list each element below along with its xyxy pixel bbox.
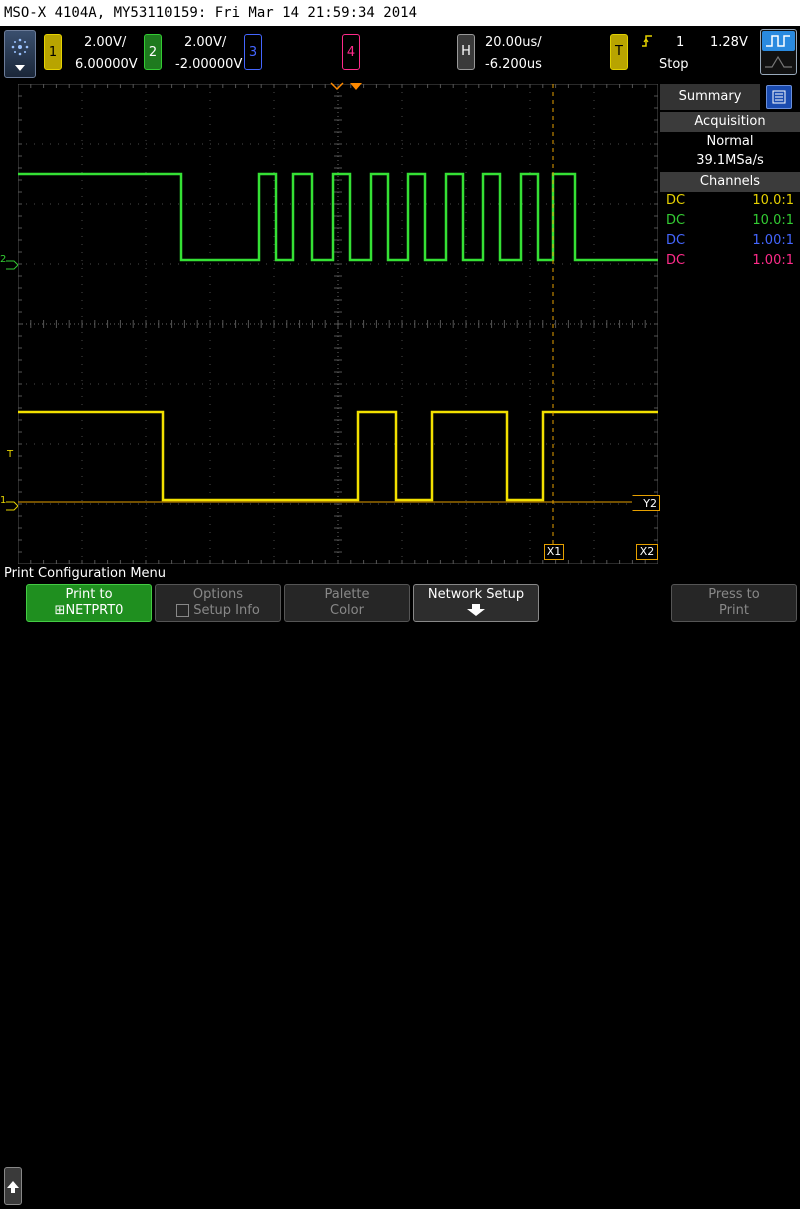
ch2-offset: -2.00000V: [175, 57, 243, 72]
agilent-logo-icon: [11, 38, 29, 71]
run-mode-button[interactable]: [760, 29, 797, 75]
run-state: Stop: [659, 57, 689, 72]
graticule: [17, 83, 659, 565]
menu-logo-button[interactable]: [4, 30, 36, 78]
rising-edge-icon: [642, 35, 652, 47]
window-title: MSO-X 4104A, MY53110159: Fri Mar 14 21:5…: [0, 0, 800, 26]
cursor-y2-label[interactable]: Y2: [632, 495, 660, 511]
chevron-down-icon: [15, 65, 25, 71]
press-to-print-button[interactable]: Press to Print: [671, 584, 797, 622]
trigger-position-marker-icon: [330, 82, 362, 91]
horizontal-button[interactable]: H: [457, 34, 475, 70]
softkey-row: Print to ⊞NETPRT0 Options Setup Info Pal…: [0, 583, 800, 1205]
ch1-offset: 6.00000V: [75, 57, 138, 72]
channel-2-button[interactable]: 2: [144, 34, 162, 70]
menu-title: Print Configuration Menu: [0, 565, 800, 583]
setup-info-checkbox[interactable]: [176, 604, 190, 617]
sample-rate: 39.1MSa/s: [696, 153, 764, 168]
trigger-source: 1: [676, 35, 685, 50]
waveform-display[interactable]: [17, 83, 659, 565]
delay: -6.200us: [485, 57, 542, 72]
channel-4-button[interactable]: 4: [342, 34, 360, 70]
arrow-down-icon: [467, 604, 485, 616]
cursor-x1-label[interactable]: X1: [544, 544, 564, 560]
ground-icon: [6, 501, 18, 511]
tab-summary[interactable]: Summary: [660, 84, 760, 110]
single-waveform-icon: [765, 55, 792, 68]
palette-button[interactable]: Palette Color: [284, 584, 410, 622]
options-button[interactable]: Options Setup Info: [155, 584, 281, 622]
ch1-scale: 2.00V/: [84, 35, 127, 50]
list-icon: [772, 90, 786, 104]
channel-1-button[interactable]: 1: [44, 34, 62, 70]
arrow-up-icon: [7, 1181, 19, 1193]
channels-header: Channels: [660, 172, 800, 192]
acquisition-header: Acquisition: [660, 112, 800, 132]
ch2-scale: 2.00V/: [184, 35, 227, 50]
network-setup-button[interactable]: Network Setup: [413, 584, 539, 622]
auto-waveform-icon: [766, 35, 790, 47]
trigger-level: 1.28V: [710, 35, 748, 50]
sidebar-menu-button[interactable]: [766, 85, 792, 109]
print-to-button[interactable]: Print to ⊞NETPRT0: [26, 584, 152, 622]
acquisition-mode: Normal: [706, 134, 754, 149]
timebase: 20.00us/: [485, 35, 542, 50]
channel-3-button[interactable]: 3: [244, 34, 262, 70]
summary-sidebar: Summary Acquisition Normal 39.1MSa/s Cha…: [660, 84, 800, 564]
trigger-button[interactable]: T: [610, 34, 628, 70]
network-icon: ⊞: [54, 603, 66, 618]
menu-up-button[interactable]: [4, 1167, 22, 1205]
ground-icon: [6, 260, 18, 270]
trigger-level-marker[interactable]: T: [7, 449, 13, 460]
cursor-x2-label[interactable]: X2: [636, 544, 658, 560]
